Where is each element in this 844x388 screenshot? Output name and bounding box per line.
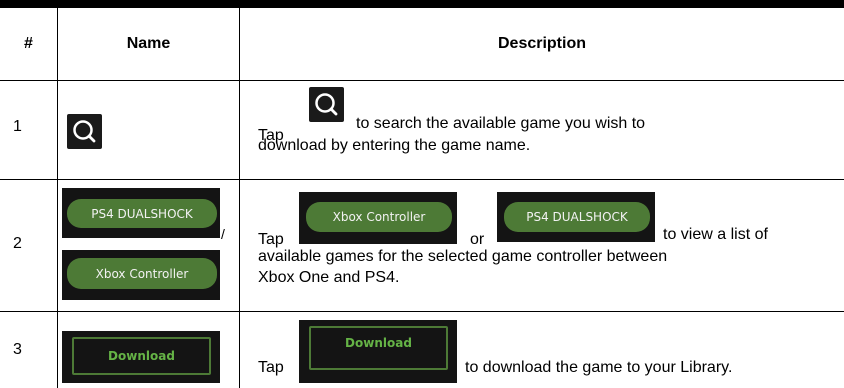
desc-text: to download the game to your Library. (465, 359, 733, 376)
row-number: 1 (13, 118, 22, 135)
xbox-button-frame: Xbox Controller (62, 250, 220, 300)
header-number: # (24, 35, 33, 52)
desc-or: or (470, 231, 485, 248)
row-divider (0, 179, 844, 180)
row-divider (0, 311, 844, 312)
desc-text: Xbox One and PS4. (258, 269, 400, 286)
row-number: 3 (13, 341, 22, 358)
separator: / (221, 226, 225, 242)
search-icon (315, 93, 338, 116)
download-button[interactable]: Download (72, 337, 211, 375)
xbox-controller-button[interactable]: Xbox Controller (67, 258, 217, 289)
desc-text: to view a list of (663, 226, 768, 243)
desc-tap: Tap (258, 231, 284, 248)
search-button[interactable] (67, 114, 102, 149)
search-icon (73, 120, 96, 143)
download-button-frame: Download (62, 331, 220, 383)
download-button-frame-inline: Download (299, 320, 457, 383)
download-button-inline: Download (309, 326, 448, 370)
header-name: Name (126, 35, 171, 52)
xbox-controller-button-inline: Xbox Controller (306, 202, 452, 232)
search-button-inline (309, 87, 344, 122)
header-divider (0, 80, 844, 81)
table-top-border (0, 0, 844, 8)
ps4-button-frame-inline: PS4 DUALSHOCK (497, 192, 655, 242)
desc-tap: Tap (258, 359, 284, 376)
desc-text: to search the available game you wish to (356, 115, 646, 132)
desc-text: available games for the selected game co… (258, 248, 668, 265)
header-description: Description (497, 35, 586, 52)
ps4-dualshock-button-inline: PS4 DUALSHOCK (504, 202, 650, 232)
xbox-button-frame-inline: Xbox Controller (299, 192, 457, 244)
feature-table: # Name Description 1 Tap to search the a… (0, 0, 844, 388)
desc-text: download by entering the game name. (258, 137, 531, 154)
row-number: 2 (13, 235, 22, 252)
ps4-dualshock-button[interactable]: PS4 DUALSHOCK (67, 199, 217, 228)
ps4-button-frame: PS4 DUALSHOCK (62, 188, 220, 238)
